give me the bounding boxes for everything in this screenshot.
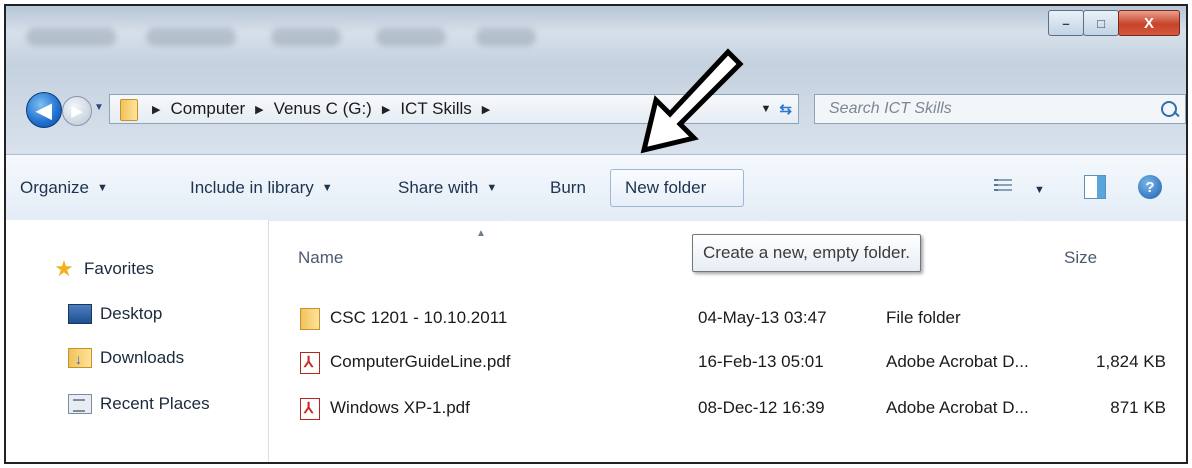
back-button[interactable]: ◀ [26, 92, 62, 128]
annotation-arrow-icon [640, 48, 744, 154]
address-history-dropdown[interactable]: ▼ [761, 103, 772, 115]
navigation-row: ◀ ▶ ▼ ▶ Computer ▶ Venus C (G:) ▶ ICT Sk… [6, 84, 1186, 134]
new-folder-label: New folder [625, 178, 707, 197]
sidebar-item-recent-places[interactable]: Recent Places [68, 394, 210, 414]
folder-icon [118, 99, 140, 121]
pdf-icon [300, 352, 320, 374]
back-arrow-icon: ◀ [36, 99, 52, 122]
chevron-down-icon: ▼ [96, 182, 108, 194]
explorer-window: – □ X ◀ ▶ ▼ ▶ Computer ▶ Venus C (G:) ▶ … [4, 4, 1188, 464]
folder-icon [300, 308, 320, 330]
file-date: 04-May-13 03:47 [698, 308, 827, 327]
blurred-title-text [376, 28, 446, 46]
tooltip-text: Create a new, empty folder. [703, 243, 910, 262]
sidebar-item-desktop[interactable]: Desktop [68, 304, 162, 324]
star-icon: ★ [54, 256, 74, 281]
forward-arrow-icon: ▶ [71, 103, 83, 120]
table-row[interactable]: Windows XP-1.pdf 08-Dec-12 16:39 Adobe A… [268, 394, 1186, 424]
favorites-label: Favorites [84, 259, 154, 278]
change-view-icon[interactable] [994, 179, 1012, 195]
sidebar-item-label: Desktop [100, 304, 163, 323]
view-options-dropdown[interactable]: ▼ [1034, 171, 1045, 209]
search-placeholder: Search ICT Skills [829, 100, 952, 117]
share-with-label: Share with [398, 178, 479, 197]
chevron-down-icon: ▼ [321, 182, 333, 194]
search-input[interactable]: Search ICT Skills [814, 94, 1186, 124]
file-size: 871 KB [1110, 398, 1166, 417]
breadcrumb-separator-icon[interactable]: ▶ [255, 103, 263, 116]
sidebar-item-downloads[interactable]: Downloads [68, 348, 184, 368]
refresh-icon[interactable]: ⇆ [779, 100, 792, 118]
sidebar-item-label: Downloads [100, 348, 185, 367]
search-icon[interactable] [1161, 101, 1177, 117]
file-size: 1,824 KB [1096, 352, 1166, 371]
share-with-button[interactable]: Share with ▼ [398, 169, 497, 207]
blurred-title-text [271, 28, 341, 46]
breadcrumb-computer[interactable]: Computer [170, 99, 245, 119]
file-date: 08-Dec-12 16:39 [698, 398, 825, 417]
chevron-down-icon: ▼ [486, 182, 498, 194]
file-name: CSC 1201 - 10.10.2011 [330, 308, 508, 327]
table-row[interactable]: CSC 1201 - 10.10.2011 04-May-13 03:47 Fi… [268, 304, 1186, 334]
minimize-button[interactable]: – [1048, 10, 1084, 36]
close-button[interactable]: X [1118, 10, 1180, 36]
recent-places-icon [68, 394, 92, 414]
file-name: ComputerGuideLine.pdf [330, 352, 511, 371]
include-in-library-label: Include in library [190, 178, 314, 197]
sort-ascending-icon: ▲ [476, 228, 486, 239]
column-name-label: Name [298, 248, 344, 267]
preview-pane-icon[interactable] [1084, 175, 1106, 199]
breadcrumb-ict-skills[interactable]: ICT Skills [400, 99, 471, 119]
column-header-name[interactable]: Name [298, 248, 343, 268]
breadcrumb-separator-icon[interactable]: ▶ [382, 103, 390, 116]
blurred-title-text [26, 28, 116, 46]
breadcrumb-separator-icon[interactable]: ▶ [152, 103, 160, 116]
recent-pages-dropdown[interactable]: ▼ [94, 102, 104, 113]
downloads-icon [68, 348, 92, 368]
new-folder-button[interactable]: New folder [610, 169, 744, 207]
blurred-title-text [476, 28, 536, 46]
table-row[interactable]: ComputerGuideLine.pdf 16-Feb-13 05:01 Ad… [268, 348, 1186, 378]
navigation-pane: ★ Favorites Desktop Downloads Recent Pla… [6, 220, 269, 462]
desktop-icon [68, 304, 92, 324]
command-bar: Organize ▼ Include in library ▼ Share with… [6, 154, 1186, 221]
include-in-library-button[interactable]: Include in library ▼ [190, 169, 333, 207]
column-size-label: Size [1064, 248, 1098, 267]
breadcrumb-separator-icon[interactable]: ▶ [482, 103, 490, 116]
file-name: Windows XP-1.pdf [330, 398, 470, 417]
file-type: Adobe Acrobat D... [886, 398, 1029, 417]
title-bar: – □ X ◀ ▶ ▼ ▶ Computer ▶ Venus C (G:) ▶ … [6, 6, 1186, 154]
file-type: File folder [886, 308, 961, 327]
sidebar-item-label: Recent Places [100, 394, 210, 413]
maximize-button[interactable]: □ [1083, 10, 1119, 36]
burn-button[interactable]: Burn [550, 169, 586, 207]
blurred-title-text [146, 28, 236, 46]
help-icon[interactable]: ? [1138, 175, 1162, 199]
new-folder-tooltip: Create a new, empty folder. [692, 234, 921, 272]
file-type: Adobe Acrobat D... [886, 352, 1029, 371]
organize-label: Organize [20, 178, 89, 197]
file-date: 16-Feb-13 05:01 [698, 352, 824, 371]
pdf-icon [300, 398, 320, 420]
organize-button[interactable]: Organize ▼ [20, 169, 108, 207]
window-controls: – □ X [1048, 10, 1180, 36]
forward-button[interactable]: ▶ [62, 96, 92, 126]
burn-label: Burn [550, 178, 586, 197]
sidebar-item-favorites[interactable]: ★ Favorites [52, 256, 154, 282]
column-header-size[interactable]: Size [1064, 248, 1097, 268]
breadcrumb-drive[interactable]: Venus C (G:) [274, 99, 372, 119]
